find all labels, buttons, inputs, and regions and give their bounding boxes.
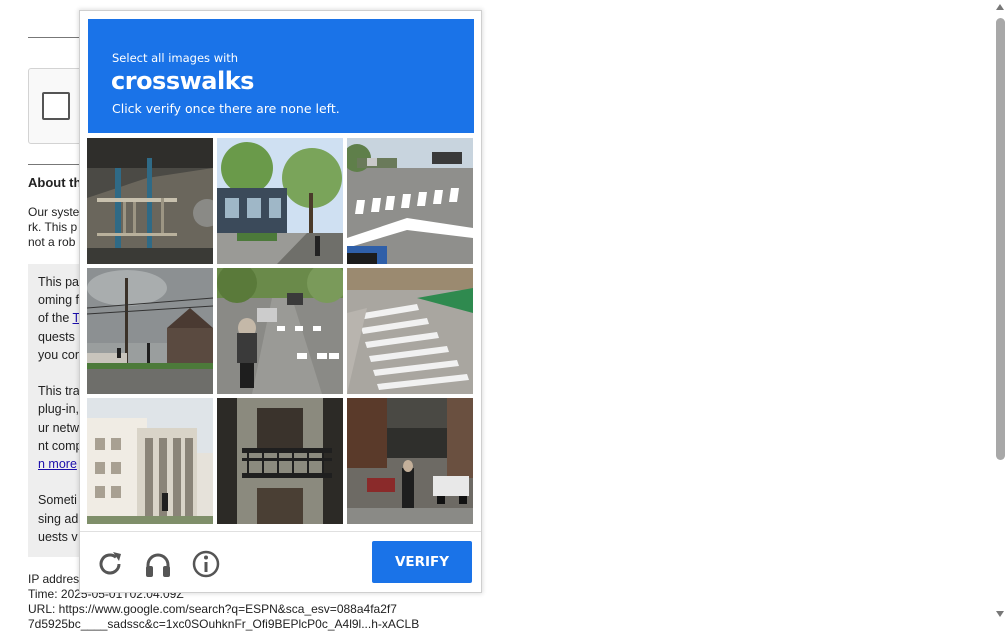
- image-grid: [87, 138, 475, 526]
- notice-text: uests v: [38, 530, 78, 544]
- notice-text: of the T: [38, 311, 81, 325]
- ip-line: IP addres: [28, 572, 80, 586]
- image-tile-street-building[interactable]: [217, 138, 343, 264]
- scrollbar[interactable]: [993, 0, 1008, 621]
- body-text: rk. This p: [28, 220, 78, 234]
- url-line: URL: https://www.google.com/search?q=ESP…: [28, 602, 397, 616]
- captcha-header: Select all images with crosswalks Click …: [88, 19, 474, 133]
- image-tile-road-crosswalk[interactable]: [347, 138, 473, 264]
- verify-button[interactable]: VERIFY: [372, 541, 472, 583]
- notice-text: quests: [38, 330, 75, 344]
- body-text: not a rob: [28, 235, 76, 249]
- image-tile-busy-street[interactable]: [347, 398, 473, 524]
- footer-divider: [80, 531, 481, 532]
- image-tile-utility-pole[interactable]: [87, 268, 213, 394]
- image-tile-white-building[interactable]: [87, 398, 213, 524]
- recaptcha-checkbox[interactable]: [42, 92, 70, 120]
- notice-text: sing ad: [38, 512, 79, 526]
- learn-more-link[interactable]: n more: [38, 455, 77, 473]
- notice-text: you con: [38, 348, 82, 362]
- about-heading: About th: [28, 175, 82, 190]
- notice-text: Someti: [38, 493, 77, 507]
- instruction-text: Select all images with: [112, 51, 239, 65]
- notice-text: nt comp: [38, 439, 83, 453]
- target-keyword: crosswalks: [111, 67, 254, 95]
- captcha-dialog: Select all images with crosswalks Click …: [79, 10, 482, 593]
- headphones-icon[interactable]: [142, 548, 174, 580]
- notice-text: This pa: [38, 275, 79, 289]
- instruction-subtitle: Click verify once there are none left.: [112, 101, 340, 116]
- info-icon[interactable]: [190, 548, 222, 580]
- scroll-down-icon[interactable]: [996, 611, 1004, 617]
- url-line: 7d5925bc____sadssc&c=1xc0SOuhknFr_Ofi9BE…: [28, 617, 420, 631]
- notice-text: ur netw: [38, 421, 79, 435]
- notice-text: plug-in,: [38, 402, 79, 416]
- notice-text: oming f: [38, 293, 79, 307]
- scroll-thumb[interactable]: [996, 18, 1005, 460]
- body-text: Our syste: [28, 205, 80, 219]
- image-tile-station-platform[interactable]: [87, 138, 213, 264]
- image-tile-balcony[interactable]: [217, 398, 343, 524]
- notice-text: This tra: [38, 384, 80, 398]
- reload-icon[interactable]: [94, 548, 126, 580]
- scroll-up-icon[interactable]: [996, 4, 1004, 10]
- image-tile-painted-crosswalk[interactable]: [347, 268, 473, 394]
- image-tile-motorcycle[interactable]: [217, 268, 343, 394]
